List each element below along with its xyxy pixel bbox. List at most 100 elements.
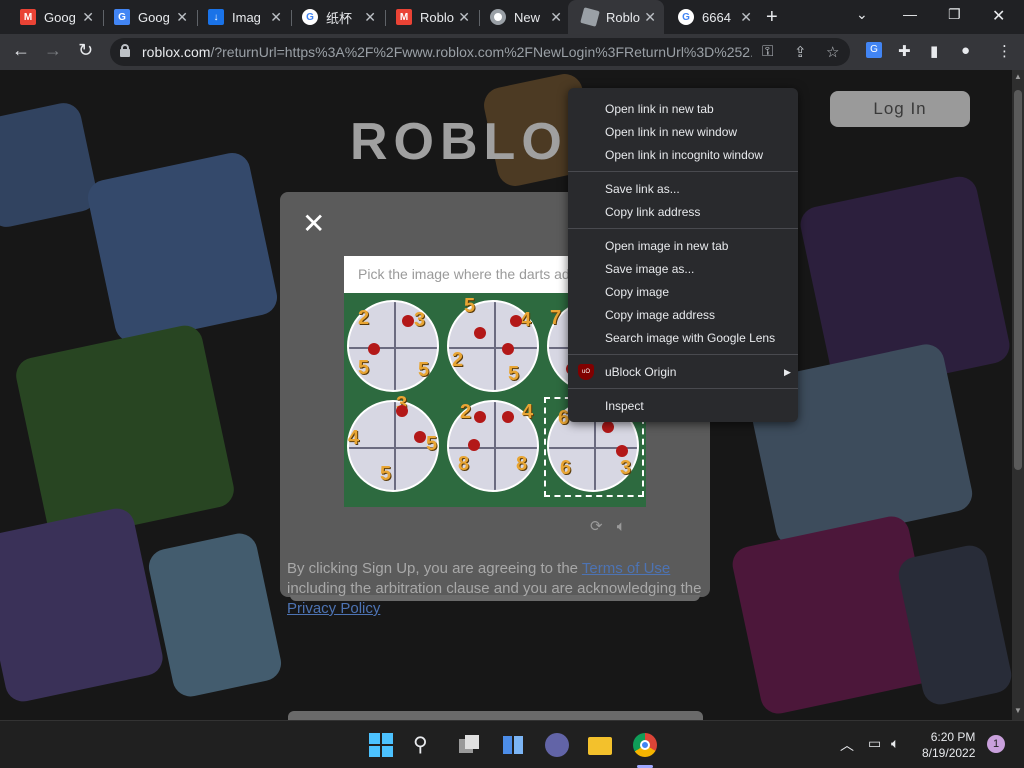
tab-title: Roblo <box>420 9 454 25</box>
profile-avatar-icon[interactable]: ● <box>961 42 970 59</box>
key-icon[interactable]: ⚿ <box>762 43 773 60</box>
share-icon[interactable]: ⇪ <box>794 43 807 61</box>
bookmark-star-icon[interactable]: ☆ <box>826 43 839 61</box>
dart <box>414 431 426 443</box>
audio-speaker-icon[interactable]: 🔈︎ <box>617 518 626 535</box>
tab-strip: M Goog ✕ G Goog ✕ ↓ Imag ✕ G 纸杯 ✕ M Robl… <box>0 0 1024 34</box>
close-tab-icon[interactable]: ✕ <box>644 9 656 26</box>
chevron-up-icon[interactable]: ︿ <box>840 735 854 755</box>
captcha-option[interactable]: 2 3 5 5 <box>344 297 442 395</box>
menu-item-open-link-new-window[interactable]: Open link in new window <box>605 125 737 139</box>
scrollbar-thumb[interactable] <box>1014 90 1022 470</box>
dart <box>474 327 486 339</box>
chrome-icon <box>490 9 506 25</box>
privacy-policy-link[interactable]: Privacy Policy <box>287 600 380 617</box>
dart <box>510 315 522 327</box>
system-clock[interactable]: 6:20 PM 8/19/2022 <box>922 729 975 761</box>
login-button[interactable]: Log In <box>830 91 970 127</box>
dart <box>368 343 380 355</box>
close-tab-icon[interactable]: ✕ <box>176 9 188 26</box>
volume-icon[interactable]: 🔈︎ <box>891 735 899 752</box>
windows-start-icon[interactable] <box>369 733 393 757</box>
google-icon: G <box>678 9 694 25</box>
side-panel-icon[interactable]: ▮ <box>930 42 938 60</box>
browser-tab[interactable]: G Goog ✕ <box>100 0 196 34</box>
browser-tab[interactable]: M Goog ✕ <box>6 0 102 34</box>
network-icon[interactable]: ▭ <box>868 735 881 752</box>
menu-item-inspect[interactable]: Inspect <box>605 399 644 413</box>
dart <box>468 439 480 451</box>
task-view-icon[interactable] <box>457 733 481 757</box>
chrome-taskbar-icon[interactable] <box>633 733 657 757</box>
reload-icon[interactable]: ↻ <box>78 40 93 61</box>
url-text[interactable]: roblox.com/?returnUrl=https%3A%2F%2Fwww.… <box>142 44 752 60</box>
browser-tab[interactable]: New ✕ <box>476 0 570 34</box>
close-tab-icon[interactable]: ✕ <box>550 9 562 26</box>
menu-item-open-link-new-tab[interactable]: Open link in new tab <box>605 102 714 116</box>
page-content: ROBLOX Log In ✕ Pick the image where the… <box>0 70 1012 720</box>
menu-item-open-link-incognito[interactable]: Open link in incognito window <box>605 148 763 162</box>
browser-tab-active[interactable]: Roblo ✕ <box>568 0 664 34</box>
dart <box>502 411 514 423</box>
more-menu-icon[interactable]: ⋮ <box>997 42 1012 60</box>
menu-item-copy-link[interactable]: Copy link address <box>605 205 700 219</box>
new-tab-plus-icon[interactable]: + <box>766 6 778 29</box>
close-tab-icon[interactable]: ✕ <box>740 9 752 26</box>
download-icon: ↓ <box>208 9 224 25</box>
widgets-icon[interactable] <box>501 733 525 757</box>
signup-button-edge[interactable] <box>288 711 703 720</box>
captcha-option[interactable]: 3 4 5 5 <box>344 393 442 495</box>
search-icon[interactable]: ⚲ <box>413 733 437 757</box>
menu-item-save-image[interactable]: Save image as... <box>605 262 694 276</box>
menu-item-copy-image[interactable]: Copy image <box>605 285 669 299</box>
tab-search-chevron-icon[interactable]: ⌄ <box>856 6 868 23</box>
close-window-icon[interactable]: ✕ <box>992 6 1005 26</box>
browser-tab[interactable]: M Roblo ✕ <box>382 0 478 34</box>
menu-item-open-image-new-tab[interactable]: Open image in new tab <box>605 239 728 253</box>
browser-tab[interactable]: G 6664 ✕ <box>664 0 760 34</box>
lock-icon[interactable] <box>120 44 130 57</box>
ublock-origin-icon: uO <box>578 364 594 380</box>
dart <box>502 343 514 355</box>
captcha-prompt: Pick the image where the darts ad <box>358 266 570 282</box>
close-tab-icon[interactable]: ✕ <box>458 9 470 26</box>
close-tab-icon[interactable]: ✕ <box>364 9 376 26</box>
captcha-option[interactable]: 5 4 2 5 <box>444 295 542 395</box>
forward-arrow-icon[interactable]: → <box>44 40 62 61</box>
google-translate-icon[interactable]: G <box>866 42 882 58</box>
page-scrollbar[interactable]: ▲ ▼ <box>1012 70 1024 720</box>
browser-tab[interactable]: ↓ Imag ✕ <box>194 0 290 34</box>
scroll-down-icon[interactable]: ▼ <box>1014 706 1022 715</box>
tab-title: 6664 <box>702 9 731 25</box>
close-tab-icon[interactable]: ✕ <box>82 9 94 26</box>
refresh-icon[interactable]: ⟳ <box>590 518 603 535</box>
menu-item-google-lens[interactable]: Search image with Google Lens <box>605 331 775 345</box>
scroll-up-icon[interactable]: ▲ <box>1014 72 1022 81</box>
back-arrow-icon[interactable]: ← <box>12 40 30 61</box>
tab-title: Imag <box>232 9 261 25</box>
tab-title: New <box>514 9 541 25</box>
roblox-icon <box>580 7 600 27</box>
terms-of-use-link[interactable]: Terms of Use <box>582 560 670 577</box>
context-menu: Open link in new tab Open link in new wi… <box>568 88 798 422</box>
tab-title: Goog <box>138 9 170 25</box>
file-explorer-icon[interactable] <box>588 733 612 757</box>
gmail-icon: M <box>20 9 36 25</box>
minimize-icon[interactable]: — <box>903 6 917 22</box>
browser-tab[interactable]: G 纸杯 ✕ <box>288 0 384 34</box>
close-tab-icon[interactable]: ✕ <box>270 9 282 26</box>
close-icon[interactable]: ✕ <box>302 210 325 238</box>
menu-item-copy-image-address[interactable]: Copy image address <box>605 308 715 322</box>
notification-badge[interactable]: 1 <box>987 735 1005 753</box>
menu-item-ublock-origin[interactable]: uBlock Origin <box>605 365 676 379</box>
captcha-option[interactable]: 2 4 8 8 <box>444 397 542 495</box>
menu-item-save-link[interactable]: Save link as... <box>605 182 680 196</box>
clock-time: 6:20 PM <box>930 730 976 744</box>
dart <box>402 315 414 327</box>
restore-icon[interactable]: ❐ <box>948 6 961 23</box>
dart <box>396 405 408 417</box>
extensions-puzzle-icon[interactable]: ✚ <box>898 42 911 60</box>
teams-chat-icon[interactable] <box>545 733 569 757</box>
dart <box>474 411 486 423</box>
address-bar[interactable]: roblox.com/?returnUrl=https%3A%2F%2Fwww.… <box>110 38 850 66</box>
